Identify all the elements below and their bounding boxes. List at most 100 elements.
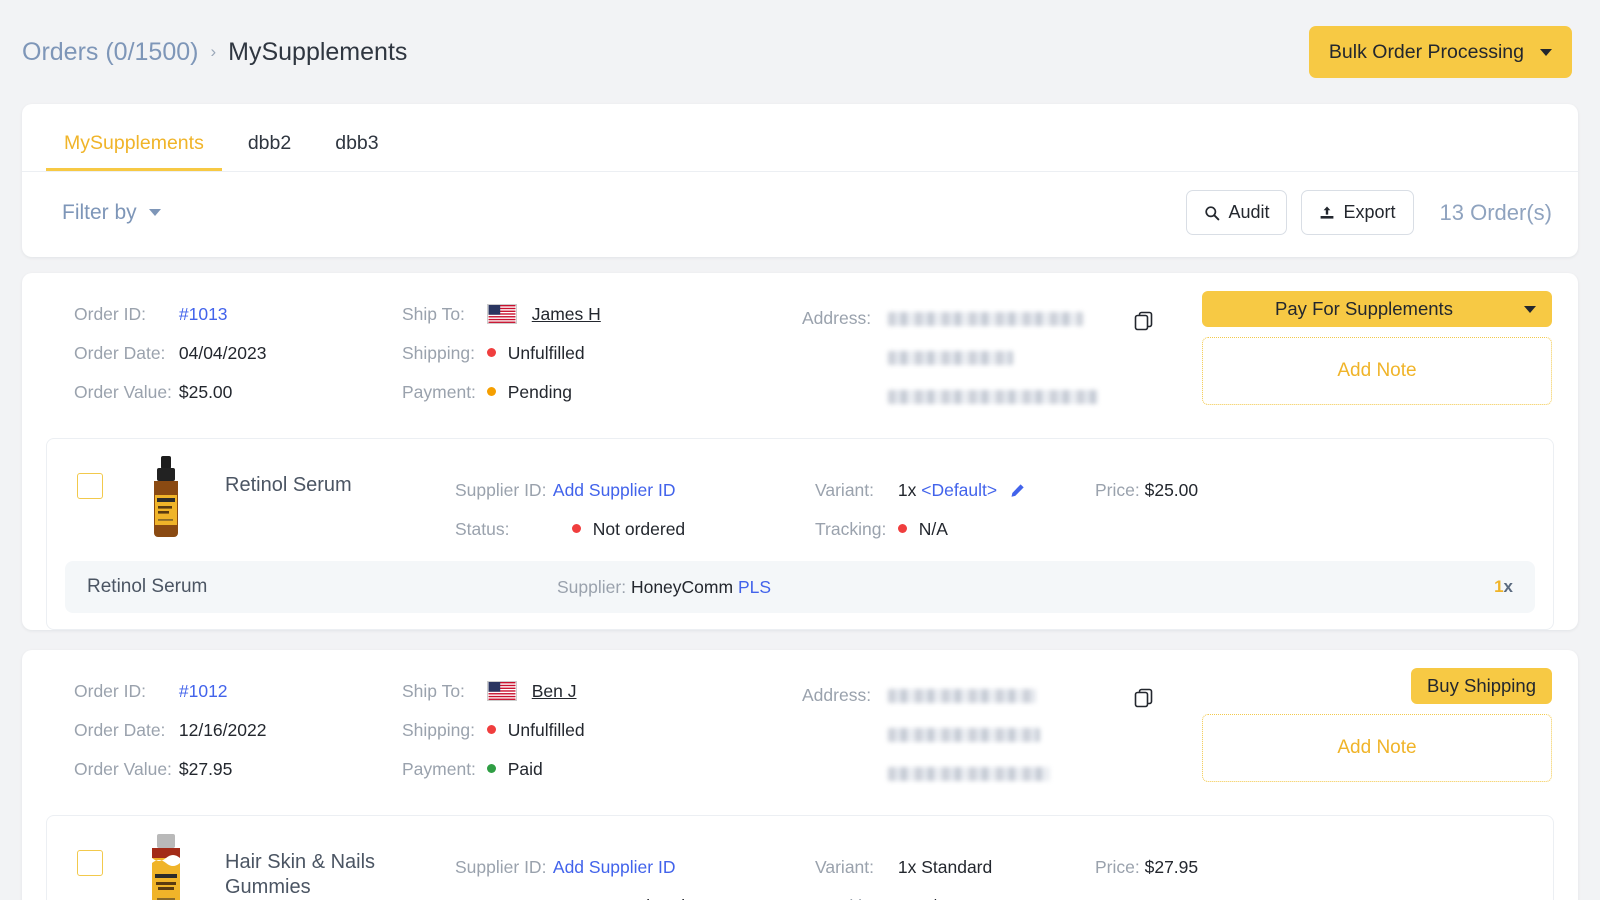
tab-mysupplements[interactable]: MySupplements <box>46 124 222 171</box>
order-date-label: Order Date: <box>74 720 166 740</box>
variant-value: 1x Standard <box>897 857 993 877</box>
tab-dbb3[interactable]: dbb3 <box>317 124 396 171</box>
filter-toolbar: Filter by Audit Export 13 Order(s) <box>22 172 1578 257</box>
supplier-status-column: Supplier ID: Add Supplier ID Status: Not… <box>455 471 815 549</box>
search-icon <box>1205 205 1220 220</box>
order-date-row: Order Date: 04/04/2023 <box>74 334 402 373</box>
audit-button[interactable]: Audit <box>1186 190 1288 235</box>
status-label: Status: <box>455 519 510 539</box>
copy-address-control[interactable] <box>1132 672 1156 793</box>
add-supplier-id-link[interactable]: Add Supplier ID <box>553 480 676 500</box>
payment-label: Payment: <box>402 382 476 402</box>
add-note-box[interactable]: Add Note <box>1202 337 1552 405</box>
address-row: Address: <box>802 676 1132 715</box>
export-label: Export <box>1343 202 1396 222</box>
pay-for-supplements-button[interactable]: Pay For Supplements <box>1202 291 1552 327</box>
payment-status-value: Paid <box>507 759 543 779</box>
ship-to-name-link[interactable]: James H <box>532 304 601 324</box>
order-date-value: 12/16/2022 <box>178 720 267 740</box>
supplement-bottle-icon <box>152 834 180 900</box>
copy-icon[interactable] <box>1132 309 1156 333</box>
copy-address-control[interactable] <box>1132 295 1156 416</box>
order-count-text: 13 Order(s) <box>1439 199 1552 225</box>
filter-by-label: Filter by <box>62 200 137 224</box>
tracking-label: Tracking: <box>815 519 887 539</box>
shipping-status-row: Shipping: Unfulfilled <box>402 334 802 373</box>
supplier-pls-link[interactable]: PLS <box>738 577 771 597</box>
copy-icon[interactable] <box>1132 686 1156 710</box>
status-value: Not ordered <box>593 896 685 900</box>
price-label: Price: <box>1095 857 1140 877</box>
order-line-item: Retinol Serum Supplier ID: Add Supplier … <box>46 438 1554 630</box>
line-item-subrow: Retinol Serum Supplier: HoneyComm PLS 1x <box>65 561 1535 613</box>
breadcrumb: Orders (0/1500) › MySupplements <box>22 38 407 67</box>
supplier-id-label: Supplier ID: <box>455 857 547 877</box>
order-header: Order ID: #1013 Order Date: 04/04/2023 O… <box>22 273 1578 426</box>
edit-pencil-icon[interactable] <box>1010 483 1025 498</box>
variant-tracking-column: Variant: 1x <Default> Tracking: N/A <box>815 471 1095 549</box>
ship-to-name-link[interactable]: Ben J <box>532 681 577 701</box>
variant-value-link[interactable]: <Default> <box>921 480 997 500</box>
address-column: Address: <box>802 295 1132 416</box>
ship-to-row: Ship To: Ben J <box>402 672 802 711</box>
shipping-label: Shipping: <box>402 720 475 740</box>
tab-dbb2[interactable]: dbb2 <box>230 124 309 171</box>
payment-status-row: Payment: Pending <box>402 373 802 412</box>
price-label: Price: <box>1095 480 1140 500</box>
order-actions: Pay For Supplements Add Note <box>1202 291 1552 405</box>
upload-icon <box>1321 206 1334 219</box>
product-thumbnail <box>129 832 203 900</box>
line-item-checkbox[interactable] <box>77 850 103 876</box>
address-line-redacted <box>888 688 1036 703</box>
status-value: Not ordered <box>592 519 686 539</box>
tab-bar: MySupplements dbb2 dbb3 <box>22 104 1578 172</box>
supplier-label: Supplier: <box>557 576 627 597</box>
status-dot-icon <box>897 524 907 533</box>
order-value-amount: $27.95 <box>178 759 233 779</box>
variant-label: Variant: <box>815 857 875 877</box>
tracking-label: Tracking: <box>815 887 893 900</box>
breadcrumb-current: MySupplements <box>228 37 408 66</box>
order-id-link[interactable]: #1013 <box>179 304 228 324</box>
payment-status-row: Payment: Paid <box>402 750 802 789</box>
status-dot-icon <box>571 524 581 533</box>
breadcrumb-orders-link[interactable]: Orders (0/1500) <box>22 38 198 67</box>
line-item-checkbox[interactable] <box>77 473 103 499</box>
add-supplier-id-link[interactable]: Add Supplier ID <box>553 857 676 877</box>
export-button[interactable]: Export <box>1301 190 1414 235</box>
ship-to-row: Ship To: James H <box>402 295 802 334</box>
supplier-id-row: Supplier ID: Add Supplier ID <box>455 471 815 510</box>
order-id-row: Order ID: #1013 <box>74 295 402 334</box>
shipping-status-value: Unfulfilled <box>507 343 585 363</box>
supplier-status-column: Supplier ID: Add Supplier ID Status: Not… <box>455 848 815 900</box>
order-value-row: Order Value: $27.95 <box>74 750 402 789</box>
supplier-id-label: Supplier ID: <box>455 480 547 500</box>
add-note-box[interactable]: Add Note <box>1202 714 1552 782</box>
line-item-fields: Supplier ID: Add Supplier ID Status: Not… <box>455 455 1553 549</box>
address-line-redacted <box>888 350 1013 365</box>
address-line-redacted <box>888 311 1083 326</box>
address-line-redacted <box>888 389 1098 404</box>
dropper-bottle-icon <box>154 456 178 537</box>
subrow-qty-suffix: x <box>1503 577 1513 596</box>
order-summary-column: Order ID: #1013 Order Date: 04/04/2023 O… <box>22 295 402 416</box>
tracking-row: Tracking: N/A <box>815 887 1095 900</box>
variant-row: Variant: 1x <Default> <box>815 471 1095 510</box>
breadcrumb-separator-icon: › <box>210 42 217 61</box>
address-label: Address: <box>802 308 872 328</box>
price-value: $25.00 <box>1144 480 1199 500</box>
filters-card: MySupplements dbb2 dbb3 Filter by Audit … <box>22 104 1578 257</box>
subrow-qty-number: 1 <box>1494 577 1504 596</box>
order-id-link[interactable]: #1012 <box>179 681 228 701</box>
shipping-summary-column: Ship To: James H Shipping: Unfulfilled P… <box>402 295 802 416</box>
order-id-label: Order ID: <box>74 304 146 324</box>
bulk-order-processing-button[interactable]: Bulk Order Processing <box>1308 26 1572 78</box>
filter-by-dropdown[interactable]: Filter by <box>62 201 161 225</box>
order-id-row: Order ID: #1012 <box>74 672 402 711</box>
bulk-order-processing-label: Bulk Order Processing <box>1328 40 1524 63</box>
order-value-label: Order Value: <box>74 382 172 402</box>
tracking-row: Tracking: N/A <box>815 510 1095 549</box>
price-column: Price: $25.00 <box>1095 471 1198 549</box>
buy-shipping-button[interactable]: Buy Shipping <box>1410 668 1552 704</box>
order-actions: Buy Shipping Add Note <box>1202 668 1552 782</box>
